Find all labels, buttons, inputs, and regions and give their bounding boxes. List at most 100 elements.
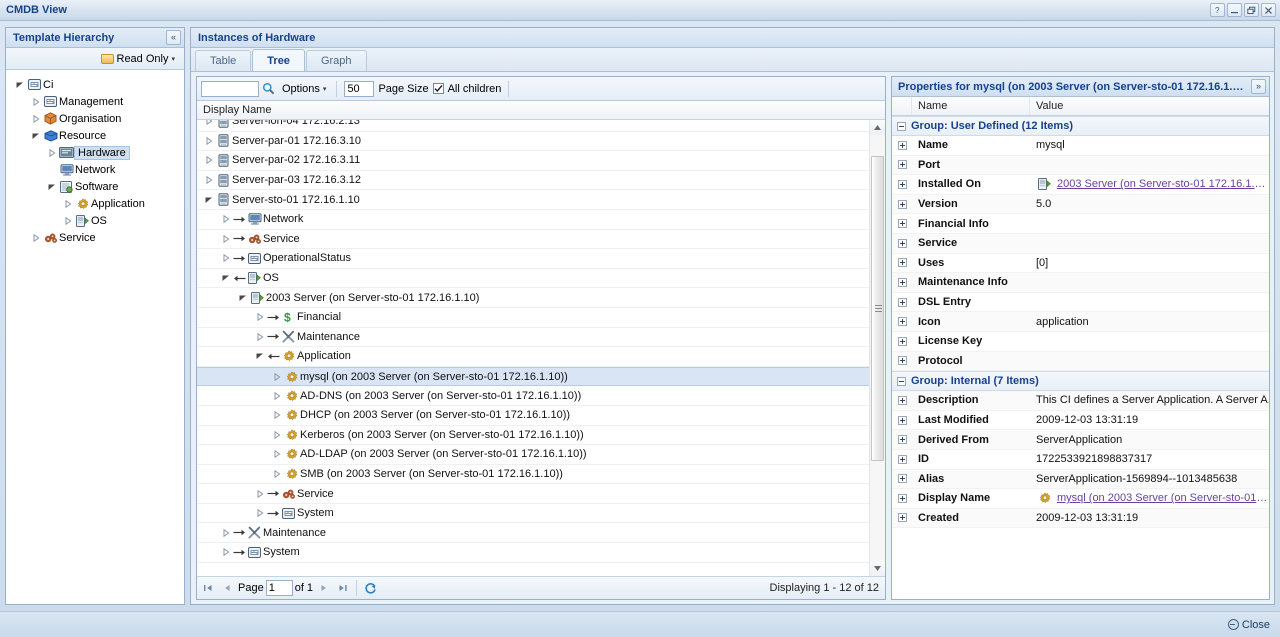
- expand-property-cell[interactable]: [892, 356, 912, 366]
- property-row[interactable]: Alias ServerApplication-1569894--10134856…: [892, 469, 1269, 490]
- tab-table[interactable]: Table: [195, 50, 252, 71]
- expand-property-cell[interactable]: [892, 317, 912, 327]
- collapsed-arrow-icon[interactable]: [220, 254, 232, 263]
- property-row[interactable]: Installed On 2003 Server (on Server-sto-0…: [892, 175, 1269, 195]
- vertical-scrollbar[interactable]: [869, 120, 885, 576]
- property-row[interactable]: ID 1722533921898837317: [892, 450, 1269, 470]
- property-value-link[interactable]: 2003 Server (on Server-sto-01 172.16.1.1…: [1057, 178, 1269, 190]
- table-row[interactable]: SMB (on 2003 Server (on Server-sto-01 17…: [197, 465, 869, 485]
- expanded-arrow-icon[interactable]: [203, 196, 215, 204]
- expand-property-cell[interactable]: [892, 258, 912, 268]
- view-tabs[interactable]: Table Tree Graph: [191, 48, 1274, 72]
- search-input[interactable]: [201, 80, 259, 97]
- expand-property-cell[interactable]: [892, 199, 912, 209]
- expand-property-icon[interactable]: [897, 336, 907, 346]
- table-row[interactable]: OS: [197, 269, 869, 289]
- sidebar-item-hardware[interactable]: Hardware: [6, 144, 184, 161]
- expand-property-icon[interactable]: [897, 493, 907, 503]
- collapsed-arrow-icon[interactable]: [271, 469, 283, 478]
- table-row[interactable]: Maintenance: [197, 523, 869, 544]
- property-row[interactable]: Port: [892, 155, 1269, 176]
- expand-property-icon[interactable]: [897, 356, 907, 366]
- template-hierarchy-tree[interactable]: Ci Management Organisation Resource Hardware…: [6, 70, 184, 604]
- table-row[interactable]: Service: [197, 230, 869, 250]
- property-row[interactable]: Created 2009-12-03 13:31:19: [892, 508, 1269, 529]
- scroll-up-button[interactable]: [870, 120, 885, 135]
- table-row[interactable]: mysql (on 2003 Server (on Server-sto-01 …: [197, 366, 869, 387]
- table-row[interactable]: $ Financial: [197, 308, 869, 328]
- table-row[interactable]: Server-lon-04 172.16.2.13: [197, 120, 869, 132]
- expand-property-cell[interactable]: [892, 238, 912, 248]
- property-row[interactable]: Protocol: [892, 351, 1269, 372]
- collapsed-arrow-icon[interactable]: [254, 313, 266, 322]
- collapsed-arrow-icon[interactable]: [30, 97, 42, 106]
- table-row[interactable]: AD-LDAP (on 2003 Server (on Server-sto-0…: [197, 445, 869, 465]
- expand-property-cell[interactable]: [892, 297, 912, 307]
- expand-property-icon[interactable]: [897, 219, 907, 229]
- collapsed-arrow-icon[interactable]: [220, 548, 232, 557]
- property-row[interactable]: Version 5.0: [892, 194, 1269, 215]
- last-page-button[interactable]: [334, 580, 351, 597]
- collapsed-arrow-icon[interactable]: [220, 234, 232, 243]
- sidebar-item-os[interactable]: OS: [6, 212, 184, 229]
- expand-property-icon[interactable]: [897, 297, 907, 307]
- collapsed-arrow-icon[interactable]: [30, 114, 42, 123]
- refresh-button[interactable]: [362, 580, 379, 597]
- collapse-group-icon[interactable]: [897, 121, 906, 131]
- sidebar-item-service[interactable]: Service: [6, 229, 184, 246]
- column-name[interactable]: Name: [912, 97, 1030, 115]
- table-row[interactable]: Server-par-01 172.16.3.10: [197, 132, 869, 152]
- collapsed-arrow-icon[interactable]: [203, 176, 215, 185]
- table-row[interactable]: Server-par-02 172.16.3.11: [197, 151, 869, 171]
- options-button[interactable]: Options ▾: [279, 80, 329, 98]
- sidebar-item-ci[interactable]: Ci: [6, 76, 184, 93]
- expanded-arrow-icon[interactable]: [220, 274, 232, 282]
- expand-property-cell[interactable]: [892, 435, 912, 445]
- restore-button[interactable]: [1244, 3, 1259, 17]
- collapsed-arrow-icon[interactable]: [203, 156, 215, 165]
- sidebar-item-organisation[interactable]: Organisation: [6, 110, 184, 127]
- expand-property-cell[interactable]: [892, 336, 912, 346]
- page-size-input[interactable]: [344, 80, 375, 97]
- close-button[interactable]: [1261, 3, 1276, 17]
- expand-property-icon[interactable]: [897, 199, 907, 209]
- tab-tree[interactable]: Tree: [252, 49, 305, 71]
- expand-property-icon[interactable]: [897, 317, 907, 327]
- expand-property-icon[interactable]: [897, 395, 907, 405]
- sidebar-item-management[interactable]: Management: [6, 93, 184, 110]
- expand-property-icon[interactable]: [897, 513, 907, 523]
- grid-column-header[interactable]: Display Name: [197, 101, 885, 120]
- property-row[interactable]: Last Modified 2009-12-03 13:31:19: [892, 411, 1269, 431]
- expanded-arrow-icon[interactable]: [46, 183, 58, 191]
- expand-property-icon[interactable]: [897, 160, 907, 170]
- expand-property-icon[interactable]: [897, 435, 907, 445]
- property-row[interactable]: Description This CI defines a Server Appl…: [892, 391, 1269, 411]
- table-row[interactable]: Application: [197, 347, 869, 367]
- expanded-arrow-icon[interactable]: [30, 132, 42, 140]
- collapse-group-icon[interactable]: [897, 376, 906, 386]
- table-row[interactable]: AD-DNS (on 2003 Server (on Server-sto-01…: [197, 386, 869, 406]
- collapsed-arrow-icon[interactable]: [30, 233, 42, 242]
- next-page-button[interactable]: [315, 580, 332, 597]
- expanded-arrow-icon[interactable]: [237, 294, 249, 302]
- table-row[interactable]: OperationalStatus: [197, 249, 869, 269]
- property-row[interactable]: Display Name mysql (on 2003 Server (on Se…: [892, 489, 1269, 509]
- expand-property-icon[interactable]: [897, 258, 907, 268]
- property-row[interactable]: Derived From ServerApplication: [892, 430, 1269, 450]
- sidebar-item-network[interactable]: Network: [6, 161, 184, 178]
- table-row[interactable]: Network: [197, 210, 869, 230]
- expand-property-icon[interactable]: [897, 415, 907, 425]
- expand-property-cell[interactable]: [892, 277, 912, 287]
- property-group-header[interactable]: Group: Internal (7 Items): [892, 371, 1269, 392]
- expand-property-icon[interactable]: [897, 179, 907, 189]
- sidebar-item-application[interactable]: Application: [6, 195, 184, 212]
- expand-property-icon[interactable]: [897, 474, 907, 484]
- expand-property-cell[interactable]: [892, 513, 912, 523]
- expand-property-cell[interactable]: [892, 415, 912, 425]
- property-row[interactable]: Service: [892, 233, 1269, 254]
- expand-property-cell[interactable]: [892, 493, 912, 503]
- table-row[interactable]: System: [197, 543, 869, 563]
- property-row[interactable]: DSL Entry: [892, 293, 1269, 313]
- expand-property-cell[interactable]: [892, 160, 912, 170]
- table-row[interactable]: Server-par-03 172.16.3.12: [197, 171, 869, 191]
